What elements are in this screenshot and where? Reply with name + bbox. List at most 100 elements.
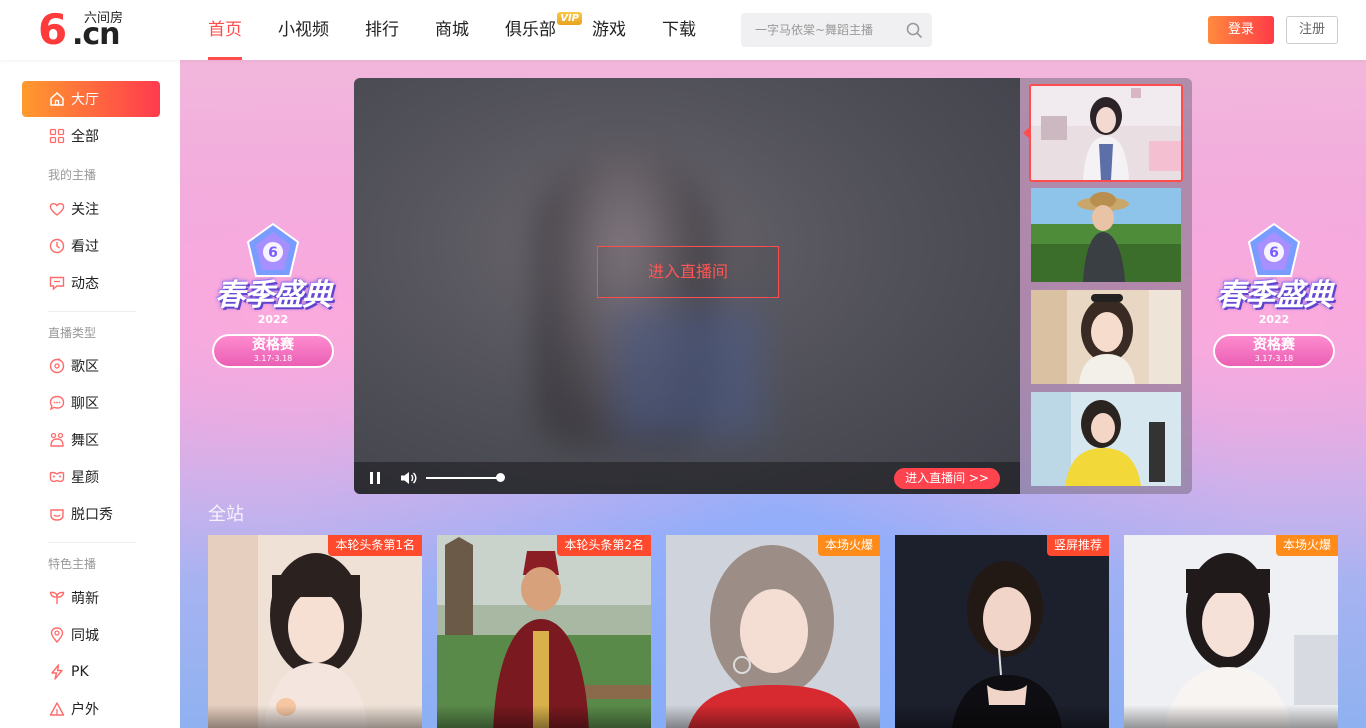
stream-card-caption-shade [666, 705, 880, 728]
stream-card-tag: 本轮头条第1名 [328, 535, 422, 556]
sidebar-item-all[interactable]: 全部 [22, 118, 160, 154]
sidebar-group-title: 特色主播 [48, 557, 97, 571]
player-controls: 进入直播间 >> [354, 462, 1020, 494]
message-icon [49, 276, 65, 291]
sidebar-item-lobby[interactable]: 大厅 [22, 81, 160, 117]
enter-room-small-button[interactable]: 进入直播间 >> [894, 468, 1000, 489]
stream-card[interactable]: 本轮头条第1名 [208, 535, 422, 728]
sidebar-item-label: 全部 [71, 129, 99, 145]
sidebar-group-title: 直播类型 [48, 326, 97, 340]
stream-thumbnail[interactable] [1031, 392, 1181, 486]
event-badge-left[interactable]: 6 春季盛典 2022 资格赛 3.17-3.18 [194, 222, 352, 382]
search-input[interactable] [741, 13, 896, 47]
svg-text:6: 6 [268, 245, 278, 261]
sidebar-item-dance[interactable]: 舞区 [22, 422, 160, 458]
event-pill: 资格赛 3.17-3.18 [212, 334, 334, 368]
stream-thumbnail-image [1031, 290, 1181, 384]
register-button[interactable]: 注册 [1286, 16, 1338, 44]
stream-card-tag: 本场火爆 [1275, 535, 1338, 556]
event-title: 春季盛典 [215, 278, 332, 313]
stream-card[interactable]: 本场火爆 [666, 535, 880, 728]
sidebar-item-label: 歌区 [71, 359, 99, 375]
stream-thumbnail-image [1031, 188, 1181, 282]
stream-thumbnail-list [1020, 78, 1192, 494]
sidebar-item-label: PK [71, 664, 89, 680]
site-logo[interactable]: 6 .cn 六间房 [38, 8, 133, 52]
nav-item-download[interactable]: 下载 [662, 0, 696, 60]
login-button[interactable]: 登录 [1208, 16, 1274, 44]
stream-card[interactable]: 竖屏推荐 [895, 535, 1109, 728]
sidebar-item-nearby[interactable]: 同城 [22, 617, 160, 653]
stream-card[interactable]: 本场火爆 [1124, 535, 1338, 728]
stream-card-tag: 本轮头条第2名 [557, 535, 651, 556]
sidebar-item-newbie[interactable]: 萌新 [22, 580, 160, 616]
sidebar-item-label: 户外 [71, 702, 99, 718]
sidebar-item-chat[interactable]: 聊区 [22, 385, 160, 421]
sidebar-item-follow[interactable]: 关注 [22, 191, 160, 227]
sidebar-item-talkshow[interactable]: 脱口秀 [22, 496, 160, 532]
event-badge-right[interactable]: 6 春季盛典 2022 资格赛 3.17-3.18 [1195, 222, 1353, 382]
stream-card-tag: 本场火爆 [817, 535, 880, 556]
left-sidebar: 大厅 全部 我的主播 关注 看过 动态 直播类型 歌区 聊区 舞区 星颜 脱口秀… [0, 60, 180, 728]
pause-icon[interactable] [368, 470, 382, 486]
live-video-player[interactable]: 进入直播间 进入直播间 >> [354, 78, 1020, 494]
volume-icon[interactable] [400, 470, 418, 486]
sidebar-item-singing[interactable]: 歌区 [22, 348, 160, 384]
home-icon [50, 91, 64, 106]
sidebar-item-face[interactable]: 星颜 [22, 459, 160, 495]
sidebar-divider [48, 542, 136, 543]
sidebar-item-label: 舞区 [71, 433, 99, 449]
nav-item-ranking[interactable]: 排行 [365, 0, 399, 60]
nav-item-games[interactable]: 游戏 [592, 0, 626, 60]
event-pill: 资格赛 3.17-3.18 [1213, 334, 1335, 368]
volume-slider-track[interactable] [426, 477, 500, 479]
event-pill-date: 3.17-3.18 [1254, 354, 1294, 363]
logo-six-mark: 6 [38, 5, 68, 54]
logo-subtitle: 六间房 [84, 11, 124, 26]
stream-thumbnail[interactable] [1029, 84, 1183, 182]
sidebar-item-outdoor[interactable]: 户外 [22, 691, 160, 727]
top-header: 6 .cn 六间房 首页 小视频 排行 商城 俱乐部 VIP 游戏 下载 登录 … [0, 0, 1366, 60]
search-icon [906, 22, 922, 38]
stream-thumbnail[interactable] [1031, 290, 1181, 384]
mask-icon [49, 471, 65, 483]
main-content: 6 春季盛典 2022 资格赛 3.17-3.18 6 春季盛典 2022 资格… [180, 60, 1366, 728]
sidebar-item-feed[interactable]: 动态 [22, 265, 160, 301]
main-nav: 首页 小视频 排行 商城 俱乐部 VIP 游戏 下载 [208, 0, 732, 60]
stream-thumbnail-image [1031, 86, 1181, 180]
stream-card[interactable]: 本轮头条第2名 [437, 535, 651, 728]
event-pill-date: 3.17-3.18 [253, 354, 293, 363]
sidebar-item-pk[interactable]: PK [22, 654, 160, 690]
sidebar-item-label: 同城 [71, 628, 99, 644]
nav-item-short-video[interactable]: 小视频 [278, 0, 329, 60]
sidebar-item-label: 大厅 [71, 92, 99, 108]
stream-thumbnail-image [1031, 392, 1181, 486]
sidebar-item-label: 动态 [71, 276, 99, 292]
stream-card-image [1124, 535, 1338, 728]
grid-icon [49, 128, 65, 144]
nav-item-mall[interactable]: 商城 [435, 0, 469, 60]
svg-text:6: 6 [1269, 245, 1279, 261]
stream-card-image [208, 535, 422, 728]
stream-card-tag: 竖屏推荐 [1046, 535, 1109, 556]
event-year: 2022 [1258, 313, 1290, 326]
sidebar-item-label: 看过 [71, 239, 99, 255]
nav-item-club[interactable]: 俱乐部 VIP [505, 0, 582, 60]
sidebar-divider [48, 311, 136, 312]
stream-card-image [895, 535, 1109, 728]
enter-room-button[interactable]: 进入直播间 [597, 246, 779, 298]
sidebar-item-label: 星颜 [71, 470, 99, 486]
sidebar-item-label: 萌新 [71, 591, 99, 607]
vip-badge: VIP [557, 12, 582, 25]
stream-thumbnail[interactable] [1031, 188, 1181, 282]
music-icon [49, 358, 65, 374]
location-icon [50, 627, 64, 643]
nav-item-home[interactable]: 首页 [208, 0, 242, 60]
nav-item-club-label: 俱乐部 [505, 20, 556, 40]
stream-card-caption-shade [437, 705, 651, 728]
sidebar-item-history[interactable]: 看过 [22, 228, 160, 264]
sprout-icon [49, 591, 65, 604]
volume-slider-handle[interactable] [496, 473, 505, 482]
stream-card-image [666, 535, 880, 728]
search-button[interactable] [896, 13, 932, 47]
